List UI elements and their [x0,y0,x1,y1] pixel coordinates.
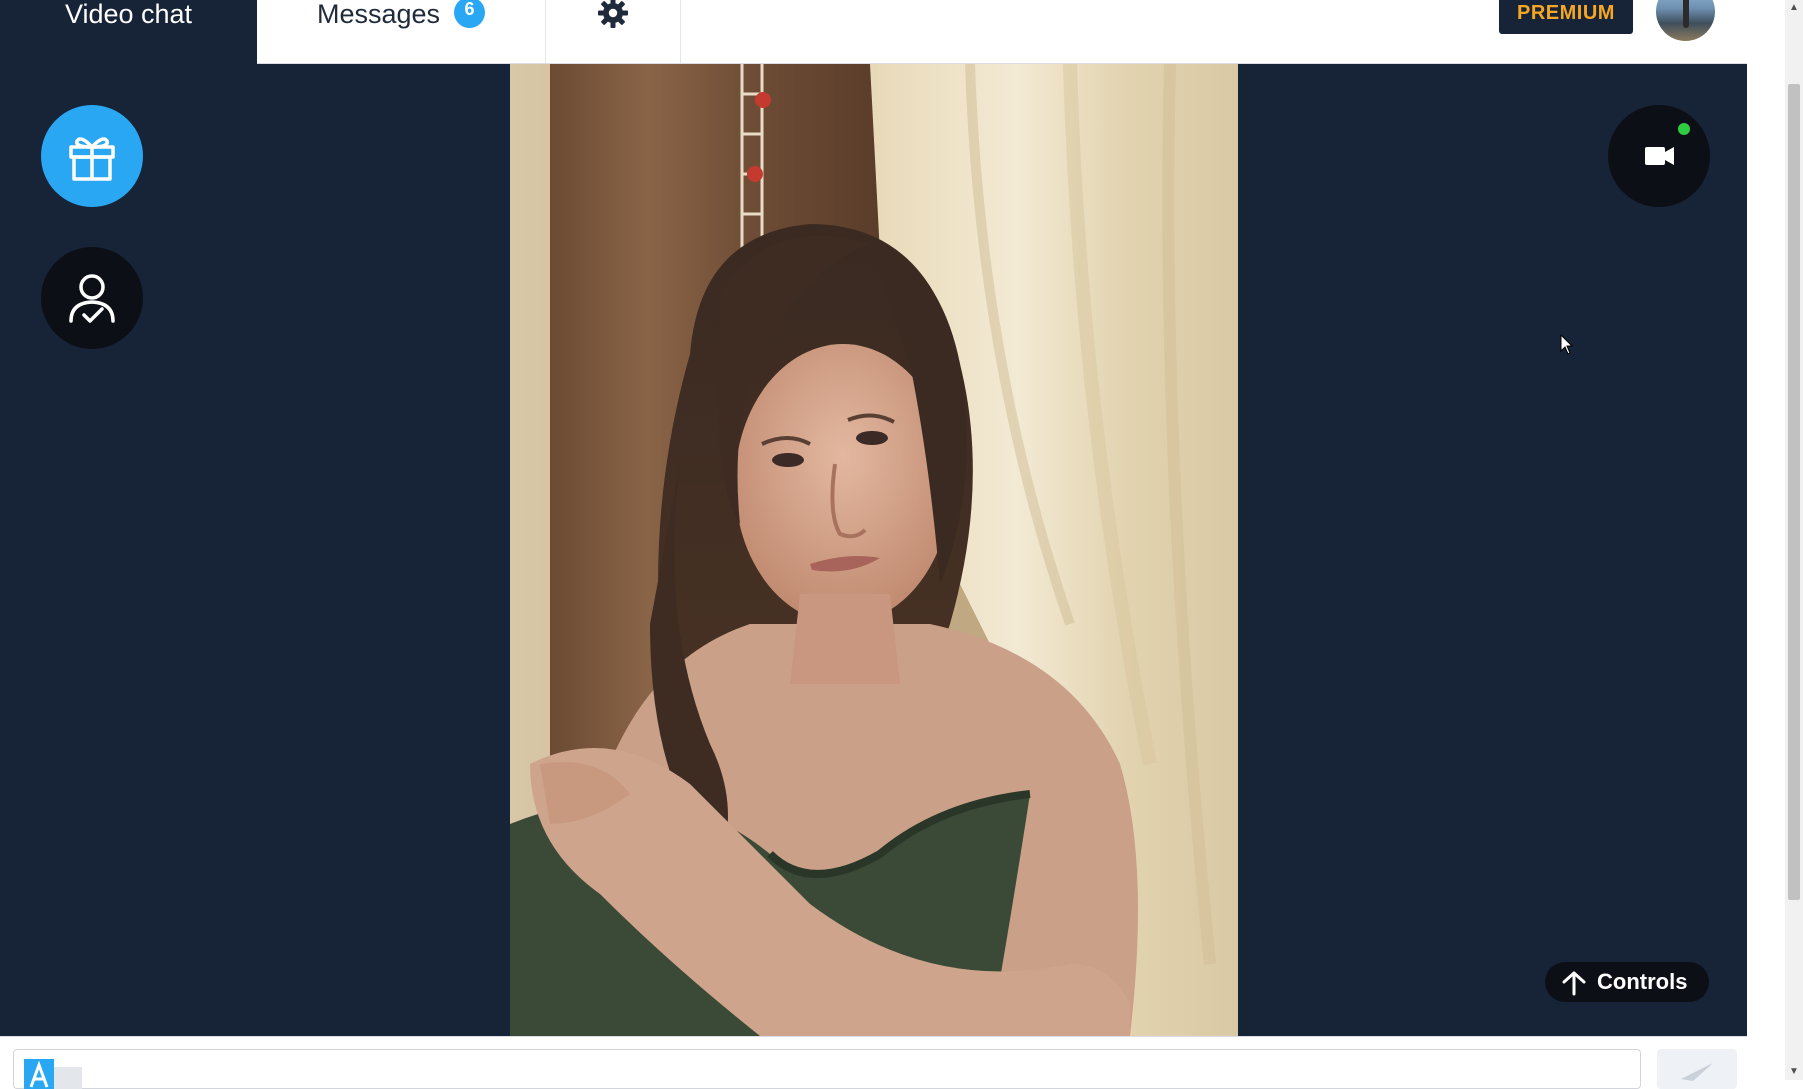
messages-count-badge: 6 [454,0,485,28]
gear-icon [598,0,628,28]
controls-label: Controls [1597,969,1688,994]
message-input[interactable] [13,1049,1641,1089]
gift-icon [69,137,115,181]
scroll-down-arrow-icon[interactable]: ▼ [1785,1064,1803,1080]
user-avatar[interactable] [1656,0,1715,41]
page-scrollbar[interactable]: ▲ ▼ [1785,0,1803,1080]
send-icon [1681,1063,1713,1081]
mouse-cursor-icon [1560,334,1574,355]
camera-status-dot [1678,123,1690,135]
camera-toggle-button[interactable] [1608,105,1710,207]
message-composer [0,1036,1747,1089]
video-frame-image [510,64,1238,1036]
arrow-up-icon [1562,971,1586,996]
remote-video-feed[interactable] [510,64,1238,1036]
video-camera-icon [1645,147,1674,165]
tab-messages-label: Messages [317,0,441,29]
app-window: Video chat Messages 6 PREMIUM Controls [0,0,1747,1089]
send-button[interactable] [1657,1049,1737,1089]
top-navigation: Video chat Messages 6 PREMIUM [0,0,1747,64]
translate-icon[interactable] [24,1059,84,1089]
scroll-thumb[interactable] [1788,84,1800,900]
gift-button[interactable] [41,105,143,207]
tab-messages[interactable]: Messages 6 [257,0,546,63]
avatar-figure [1683,0,1689,28]
user-check-icon [69,274,115,323]
premium-button[interactable]: PREMIUM [1499,0,1633,34]
tab-video-chat-label: Video chat [64,0,193,29]
tab-video-chat[interactable]: Video chat [0,0,257,64]
scroll-up-arrow-icon[interactable]: ▲ [1785,0,1803,16]
controls-button[interactable]: Controls [1545,962,1709,1002]
tab-settings[interactable] [546,0,681,63]
video-stage: Controls [0,64,1747,1036]
verified-profile-button[interactable] [41,247,143,349]
